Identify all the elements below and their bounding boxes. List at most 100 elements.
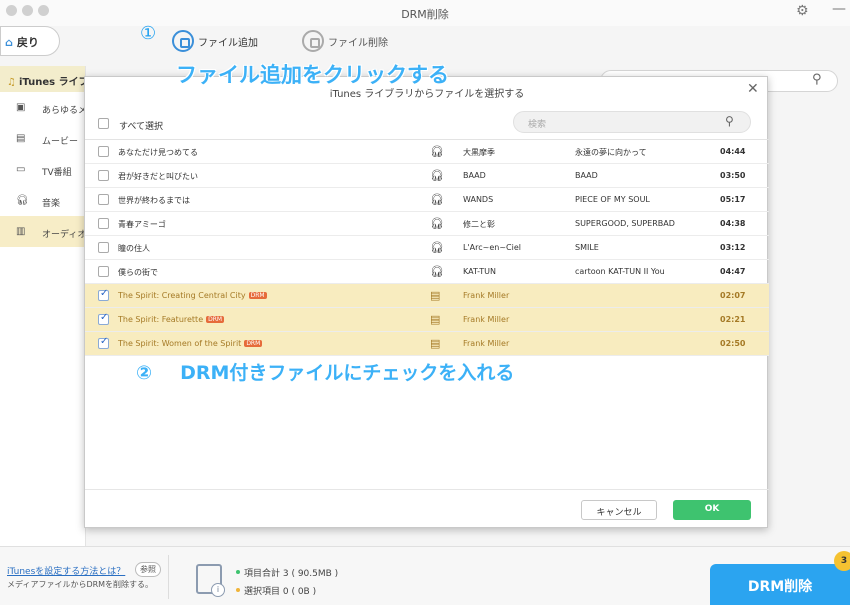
row-duration: 02:07 <box>720 291 746 300</box>
media-icon: ▣ <box>16 102 26 113</box>
annotation-step2: ② DRM付きファイルにチェックを入れる <box>136 358 514 385</box>
delete-file-button[interactable]: ファイル削除 <box>302 30 388 52</box>
search-icon[interactable]: ⚲ <box>725 114 734 128</box>
headphones-icon: 🎧︎ <box>430 193 444 206</box>
row-duration: 03:50 <box>720 171 746 180</box>
sidebar-item-music[interactable]: 🎧︎ 音楽 <box>0 185 85 216</box>
delete-file-icon <box>302 30 324 52</box>
row-checkbox[interactable] <box>98 242 109 253</box>
film-icon: ▤ <box>16 133 26 144</box>
headphones-icon: 🎧︎ <box>430 241 444 254</box>
sidebar-item-audiobooks[interactable]: ▥ オーディオブック <box>0 216 85 247</box>
sidebar-item-movies[interactable]: ▤ ムービー <box>0 123 85 154</box>
row-checkbox[interactable] <box>98 218 109 229</box>
row-artist: WANDS <box>463 195 494 204</box>
sidebar-item-label: ムービー <box>42 137 79 147</box>
table-row[interactable]: The Spirit: FeaturetteDRM ▤ Frank Miller 02… <box>85 308 769 332</box>
back-button[interactable]: ⌂ 戻り <box>0 26 60 56</box>
select-files-dialog: iTunes ライブラリからファイルを選択する ✕ すべて選択 検索 ⚲ あなた… <box>84 76 769 528</box>
dialog-search-input[interactable]: 検索 <box>513 111 751 133</box>
table-row[interactable]: 世界が終わるまでは 🎧︎ WANDS PIECE OF MY SOUL 05:17 <box>85 188 769 212</box>
row-duration: 04:38 <box>720 219 746 228</box>
search-icon[interactable]: ⚲ <box>812 72 822 87</box>
row-checkbox[interactable] <box>98 146 109 157</box>
music-note-icon: ♫ <box>7 77 16 88</box>
row-artist: L'Arc~en~Ciel <box>463 243 521 252</box>
help-link[interactable]: iTunesを設定する方法とは？ <box>7 564 125 577</box>
row-album: SMILE <box>575 243 599 252</box>
film-icon: ▤ <box>430 337 441 350</box>
drm-badge: DRM <box>248 292 267 299</box>
total-items-text: 項目合計 3 ( 90.5MB ) <box>244 569 339 579</box>
row-checkbox[interactable] <box>98 312 109 325</box>
step1-marker: ① <box>140 23 157 44</box>
row-title: 青春アミーゴ <box>118 219 166 230</box>
table-row[interactable]: あなただけ見つめてる 🎧︎ 大黒摩季 永遠の夢に向かって 04:44 <box>85 140 769 164</box>
close-icon[interactable]: ✕ <box>747 81 759 97</box>
home-icon: ⌂ <box>5 36 13 49</box>
row-checkbox[interactable] <box>98 170 109 181</box>
row-album: 永遠の夢に向かって <box>575 148 647 157</box>
add-file-button[interactable]: ファイル追加 <box>172 30 258 52</box>
film-icon: ▤ <box>430 313 441 326</box>
sidebar-item-tv[interactable]: ▭ TV番組 <box>0 154 85 185</box>
row-artist: BAAD <box>463 171 486 180</box>
title-bar: DRM削除 ⚙ — <box>0 0 850 26</box>
selected-items-stat: 選択項目 0 ( 0B ) <box>236 584 316 597</box>
help-ref-button[interactable]: 参照 <box>135 562 161 577</box>
row-title-text: 君が好きだと叫びたい <box>118 172 198 181</box>
ok-button[interactable]: OK <box>673 500 751 520</box>
cancel-button[interactable]: キャンセル <box>581 500 657 520</box>
table-row[interactable]: 君が好きだと叫びたい 🎧︎ BAAD BAAD 03:50 <box>85 164 769 188</box>
select-all-checkbox[interactable] <box>98 118 109 129</box>
row-checkbox[interactable] <box>98 266 109 277</box>
headphones-icon: 🎧︎ <box>430 145 444 158</box>
select-all-label: すべて選択 <box>119 122 164 132</box>
table-row[interactable]: The Spirit: Creating Central CityDRM ▤ Fra… <box>85 284 769 308</box>
headphones-icon: 🎧︎ <box>430 265 444 278</box>
footer-divider <box>85 489 769 490</box>
sidebar-header[interactable]: ♫iTunes ライブラリ <box>0 66 85 92</box>
tv-icon: ▭ <box>16 164 26 175</box>
row-title: The Spirit: Women of the Spirit DRM <box>118 339 263 348</box>
row-duration: 05:17 <box>720 195 746 204</box>
row-duration: 02:50 <box>720 339 746 348</box>
row-artist: KAT-TUN <box>463 267 496 276</box>
row-title: The Spirit: Creating Central City DRM <box>118 291 267 300</box>
row-album: BAAD <box>575 171 598 180</box>
table-row[interactable]: 青春アミーゴ 🎧︎ 修二と彰 SUPERGOOD, SUPERBAD 04:38 <box>85 212 769 236</box>
selected-items-text: 選択項目 0 ( 0B ) <box>244 587 317 597</box>
row-title-text: The Spirit: Featurette <box>118 315 204 324</box>
table-row[interactable]: 僕らの街で 🎧︎ KAT-TUN cartoon KAT-TUN II You 04:4… <box>85 260 769 284</box>
row-duration: 03:12 <box>720 243 746 252</box>
row-checkbox[interactable] <box>98 288 109 301</box>
help-description: メディアファイルからDRMを削除する。 <box>7 580 154 589</box>
gear-icon[interactable]: ⚙ <box>796 3 809 19</box>
row-title-text: 青春アミーゴ <box>118 220 166 229</box>
add-file-icon <box>172 30 194 52</box>
remove-drm-button[interactable]: DRM削除 <box>710 564 850 605</box>
row-title: 瞳の住人 <box>118 243 150 254</box>
step2-marker: ② <box>136 362 153 384</box>
film-icon: ▤ <box>430 289 441 302</box>
row-title-text: 世界が終わるまでは <box>118 196 190 205</box>
row-artist: 修二と彰 <box>463 220 495 229</box>
annotation-step2-text: DRM付きファイルにチェックを入れる <box>180 362 515 384</box>
add-file-label: ファイル追加 <box>198 37 258 49</box>
row-title-text: 僕らの街で <box>118 268 158 277</box>
row-artist: Frank Miller <box>463 291 510 300</box>
row-album: PIECE OF MY SOUL <box>575 195 650 204</box>
row-title-text: The Spirit: Creating Central City <box>118 291 246 300</box>
row-checkbox[interactable] <box>98 194 109 205</box>
delete-file-label: ファイル削除 <box>328 37 388 49</box>
sidebar-item-all-media[interactable]: ▣ あらゆるメディア <box>0 92 85 123</box>
back-button-label: 戻り <box>16 36 39 49</box>
minimize-icon[interactable]: — <box>832 1 846 17</box>
row-duration: 04:47 <box>720 267 746 276</box>
table-row[interactable]: 瞳の住人 🎧︎ L'Arc~en~Ciel SMILE 03:12 <box>85 236 769 260</box>
row-duration: 04:44 <box>720 147 746 156</box>
row-duration: 02:21 <box>720 315 746 324</box>
table-row[interactable]: The Spirit: Women of the SpiritDRM ▤ Frank… <box>85 332 769 356</box>
row-checkbox[interactable] <box>98 336 109 349</box>
window-title: DRM削除 <box>401 8 449 21</box>
